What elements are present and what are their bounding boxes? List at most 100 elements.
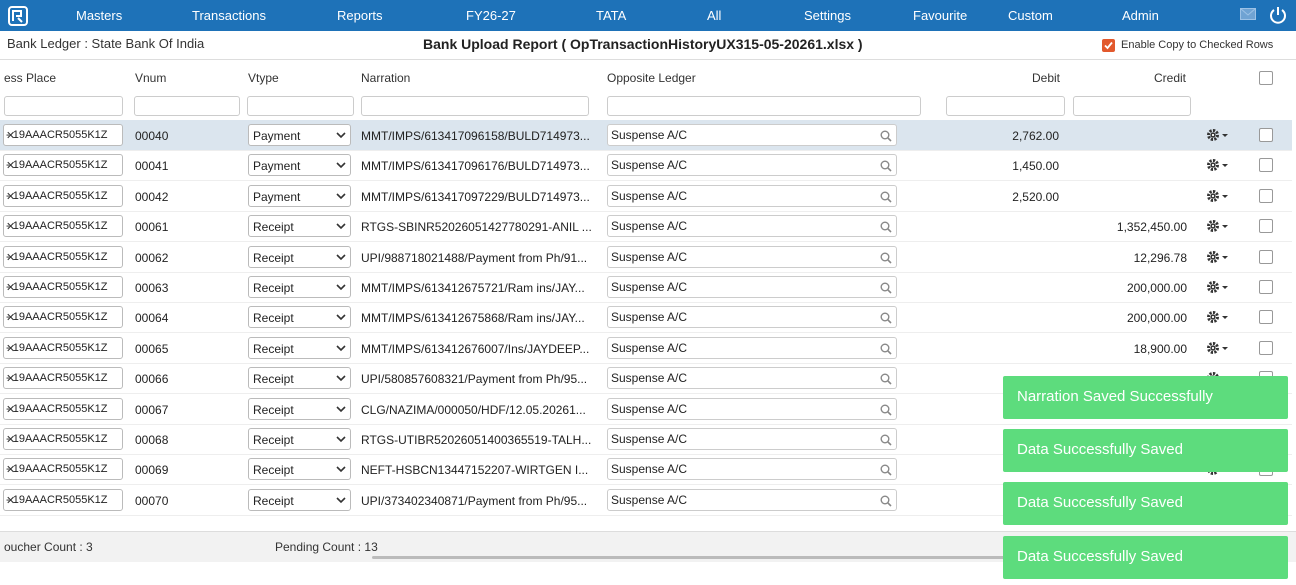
toast-narration-saved[interactable]: Narration Saved Successfully bbox=[1003, 376, 1288, 419]
table-row[interactable]: - 19AAACR5055K1Z ✕ 00065 Receipt MMT/IMP… bbox=[0, 333, 1292, 364]
clear-icon[interactable]: ✕ bbox=[6, 220, 118, 233]
narration-cell[interactable]: RTGS-SBINR52026051427780291-ANIL ... bbox=[361, 220, 601, 234]
nav-company[interactable]: TATA bbox=[596, 8, 626, 23]
toast-data-saved[interactable]: Data Successfully Saved bbox=[1003, 429, 1288, 472]
table-row[interactable]: - 19AAACR5055K1Z ✕ 00062 Receipt UPI/988… bbox=[0, 242, 1292, 273]
business-place-select[interactable]: - 19AAACR5055K1Z ✕ bbox=[3, 215, 123, 238]
search-icon[interactable] bbox=[880, 373, 892, 385]
vtype-select[interactable]: Payment bbox=[248, 154, 351, 177]
gear-icon[interactable] bbox=[1205, 339, 1231, 357]
vtype-select[interactable]: Receipt bbox=[248, 215, 351, 238]
vtype-select[interactable]: Receipt bbox=[248, 428, 351, 450]
gear-icon[interactable] bbox=[1205, 248, 1231, 266]
opposite-ledger-input[interactable]: Suspense A/C bbox=[607, 184, 897, 207]
app-logo-icon[interactable] bbox=[8, 6, 28, 26]
col-header-credit[interactable]: Credit bbox=[1154, 71, 1186, 85]
vtype-select[interactable]: Receipt bbox=[248, 245, 351, 268]
vtype-select[interactable]: Receipt bbox=[248, 397, 351, 420]
opposite-ledger-input[interactable]: Suspense A/C bbox=[607, 124, 897, 146]
business-place-select[interactable]: - 19AAACR5055K1Z ✕ bbox=[3, 397, 123, 420]
narration-cell[interactable]: MMT/IMPS/613417096158/BULD714973... bbox=[361, 129, 601, 143]
vtype-select[interactable]: Receipt bbox=[248, 458, 351, 481]
clear-icon[interactable]: ✕ bbox=[6, 159, 118, 172]
business-place-select[interactable]: - 19AAACR5055K1Z ✕ bbox=[3, 367, 123, 390]
opposite-ledger-input[interactable]: Suspense A/C bbox=[607, 488, 897, 511]
opposite-ledger-input[interactable]: Suspense A/C bbox=[607, 306, 897, 329]
vtype-select[interactable]: Receipt bbox=[248, 276, 351, 298]
narration-cell[interactable]: MMT/IMPS/613412676007/Ins/JAYDEEP... bbox=[361, 342, 601, 356]
nav-reports[interactable]: Reports bbox=[337, 8, 383, 23]
search-icon[interactable] bbox=[880, 312, 892, 324]
clear-icon[interactable]: ✕ bbox=[6, 403, 118, 416]
gear-icon[interactable] bbox=[1205, 156, 1231, 174]
vtype-select[interactable]: Payment bbox=[248, 184, 351, 207]
narration-cell[interactable]: MMT/IMPS/613412675868/Ram ins/JAY... bbox=[361, 311, 601, 325]
row-checkbox[interactable] bbox=[1259, 128, 1273, 142]
narration-cell[interactable]: CLG/NAZIMA/000050/HDF/12.05.20261... bbox=[361, 403, 601, 417]
col-header-vnum[interactable]: Vnum bbox=[135, 71, 166, 85]
search-icon[interactable] bbox=[880, 191, 892, 203]
nav-favourite[interactable]: Favourite bbox=[913, 8, 967, 23]
table-row[interactable]: - 19AAACR5055K1Z ✕ 00061 Receipt RTGS-SB… bbox=[0, 211, 1292, 243]
opposite-ledger-input[interactable]: Suspense A/C bbox=[607, 336, 897, 359]
row-checkbox[interactable] bbox=[1259, 188, 1273, 203]
search-icon[interactable] bbox=[880, 130, 892, 142]
search-icon[interactable] bbox=[880, 434, 892, 446]
clear-icon[interactable]: ✕ bbox=[6, 372, 118, 385]
clear-icon[interactable]: ✕ bbox=[6, 311, 118, 324]
search-icon[interactable] bbox=[880, 464, 892, 476]
filter-debit-input[interactable] bbox=[946, 96, 1065, 116]
filter-place-input[interactable] bbox=[4, 96, 123, 116]
nav-settings[interactable]: Settings bbox=[804, 8, 851, 23]
nav-custom[interactable]: Custom bbox=[1008, 8, 1053, 23]
narration-cell[interactable]: MMT/IMPS/613417096176/BULD714973... bbox=[361, 159, 601, 173]
opposite-ledger-input[interactable]: Suspense A/C bbox=[607, 215, 897, 238]
search-icon[interactable] bbox=[880, 252, 892, 264]
business-place-select[interactable]: - 19AAACR5055K1Z ✕ bbox=[3, 276, 123, 298]
row-checkbox[interactable] bbox=[1259, 340, 1273, 355]
col-header-opposite-ledger[interactable]: Opposite Ledger bbox=[607, 71, 696, 85]
gear-icon[interactable] bbox=[1205, 278, 1231, 296]
vtype-select[interactable]: Receipt bbox=[248, 336, 351, 359]
mail-icon[interactable] bbox=[1240, 8, 1256, 20]
vtype-select[interactable]: Receipt bbox=[248, 488, 351, 511]
search-icon[interactable] bbox=[880, 221, 892, 233]
nav-all[interactable]: All bbox=[707, 8, 721, 23]
search-icon[interactable] bbox=[880, 404, 892, 416]
col-header-narration[interactable]: Narration bbox=[361, 71, 410, 85]
opposite-ledger-input[interactable]: Suspense A/C bbox=[607, 397, 897, 420]
narration-cell[interactable]: UPI/373402340871/Payment from Ph/95... bbox=[361, 494, 601, 508]
business-place-select[interactable]: - 19AAACR5055K1Z ✕ bbox=[3, 458, 123, 481]
filter-opposite-ledger-input[interactable] bbox=[607, 96, 921, 116]
row-checkbox[interactable] bbox=[1259, 280, 1273, 294]
business-place-select[interactable]: - 19AAACR5055K1Z ✕ bbox=[3, 245, 123, 268]
col-header-debit[interactable]: Debit bbox=[1032, 71, 1060, 85]
clear-icon[interactable]: ✕ bbox=[6, 190, 118, 203]
clear-icon[interactable]: ✕ bbox=[6, 433, 118, 446]
business-place-select[interactable]: - 19AAACR5055K1Z ✕ bbox=[3, 428, 123, 450]
gear-icon[interactable] bbox=[1205, 308, 1231, 326]
filter-credit-input[interactable] bbox=[1073, 96, 1191, 116]
row-checkbox[interactable] bbox=[1259, 310, 1273, 325]
opposite-ledger-input[interactable]: Suspense A/C bbox=[607, 428, 897, 450]
search-icon[interactable] bbox=[880, 343, 892, 355]
table-row[interactable]: - 19AAACR5055K1Z ✕ 00041 Payment MMT/IMP… bbox=[0, 150, 1292, 182]
search-icon[interactable] bbox=[880, 495, 892, 507]
table-row[interactable]: - 19AAACR5055K1Z ✕ 00042 Payment MMT/IMP… bbox=[0, 181, 1292, 212]
gear-icon[interactable] bbox=[1205, 126, 1231, 144]
narration-cell[interactable]: NEFT-HSBCN13447152207-WIRTGEN I... bbox=[361, 463, 601, 477]
opposite-ledger-input[interactable]: Suspense A/C bbox=[607, 154, 897, 177]
clear-icon[interactable]: ✕ bbox=[6, 281, 118, 294]
opposite-ledger-input[interactable]: Suspense A/C bbox=[607, 245, 897, 268]
row-checkbox[interactable] bbox=[1259, 219, 1273, 234]
table-row[interactable]: - 19AAACR5055K1Z ✕ 00040 Payment MMT/IMP… bbox=[0, 120, 1292, 151]
business-place-select[interactable]: - 19AAACR5055K1Z ✕ bbox=[3, 124, 123, 146]
search-icon[interactable] bbox=[880, 282, 892, 294]
nav-transactions[interactable]: Transactions bbox=[192, 8, 266, 23]
row-checkbox[interactable] bbox=[1259, 158, 1273, 173]
toast-data-saved[interactable]: Data Successfully Saved bbox=[1003, 536, 1288, 579]
table-row[interactable]: - 19AAACR5055K1Z ✕ 00063 Receipt MMT/IMP… bbox=[0, 272, 1292, 303]
gear-icon[interactable] bbox=[1205, 187, 1231, 205]
business-place-select[interactable]: - 19AAACR5055K1Z ✕ bbox=[3, 154, 123, 177]
business-place-select[interactable]: - 19AAACR5055K1Z ✕ bbox=[3, 488, 123, 511]
